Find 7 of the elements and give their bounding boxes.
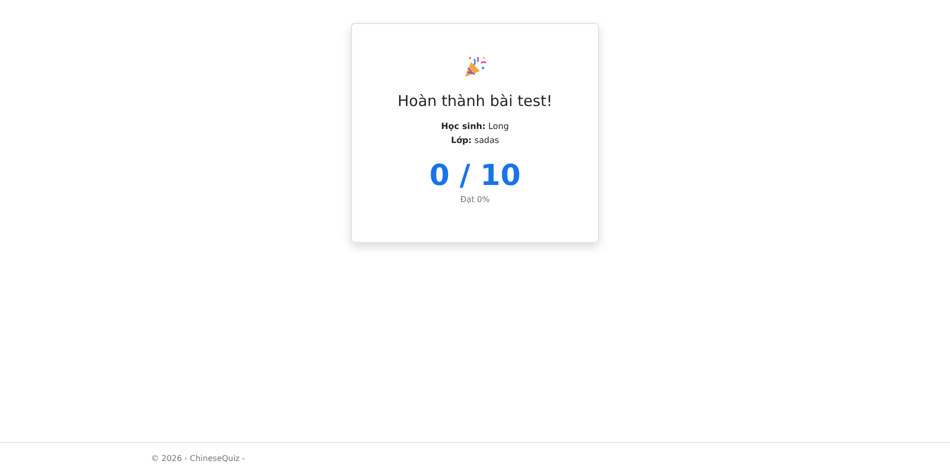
info-line: Lớp: sadas	[450, 135, 500, 148]
percent-text: Đạt 0%	[460, 195, 490, 204]
info-line: Học sinh: Long	[441, 121, 509, 134]
footer-text: © 2026 - ChineseQuiz -	[151, 454, 246, 463]
score: 0 / 10	[429, 157, 521, 193]
party-popper-icon	[463, 55, 487, 79]
result-title: Hoàn thành bài test!	[398, 92, 552, 110]
